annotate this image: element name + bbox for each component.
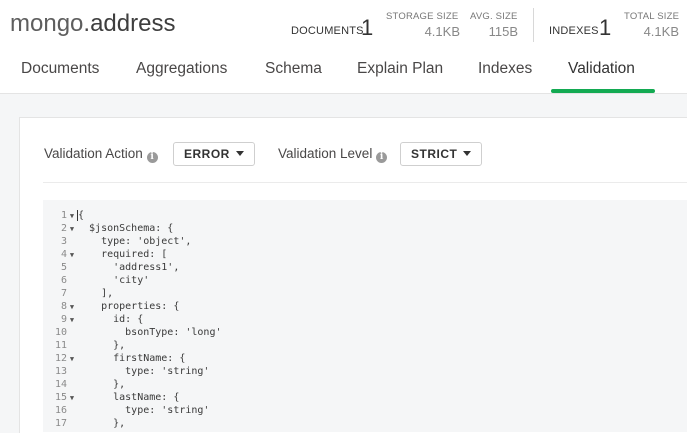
code-text: $jsonSchema: {: [77, 223, 174, 234]
line-number: 13: [54, 366, 67, 377]
code-text: lastName: {: [77, 392, 180, 403]
line-number: 14: [54, 379, 67, 390]
code-line: 9 ▼ id: {: [43, 313, 143, 326]
tab-indexes[interactable]: Indexes: [478, 60, 532, 78]
line-number: 3: [60, 236, 67, 247]
code-text: },: [77, 379, 126, 390]
validation-level-dropdown[interactable]: STRICT: [400, 142, 483, 166]
chevron-down-icon: [235, 151, 244, 156]
storage-size-label: STORAGE SIZE: [386, 11, 459, 22]
code-text: id: {: [77, 314, 144, 325]
line-number: 8: [60, 301, 67, 312]
code-text: properties: {: [77, 301, 180, 312]
namespace-title: mongo.address: [10, 10, 175, 38]
collection-name: address: [90, 10, 176, 37]
line-number: 6: [60, 275, 67, 286]
tab-validation[interactable]: Validation: [568, 60, 635, 78]
validation-action-dropdown[interactable]: ERROR: [173, 142, 255, 166]
code-text: 'city': [77, 275, 150, 286]
validation-action-value: ERROR: [184, 147, 230, 161]
code-text: bsonType: 'long': [77, 327, 222, 338]
code-line: 4 ▼ required: [: [43, 248, 167, 261]
code-line: 10 bsonType: 'long': [43, 326, 222, 339]
code-text: required: [: [77, 249, 168, 260]
line-number: 11: [54, 340, 67, 351]
code-line: 2 ▼ $jsonSchema: {: [43, 222, 173, 235]
chevron-down-icon: [463, 151, 472, 156]
line-number: 1: [60, 210, 67, 221]
code-line: 16 type: 'string': [43, 404, 210, 417]
validation-level-row: Validation Level i: [278, 142, 388, 166]
documents-count: 1: [361, 15, 374, 40]
validation-level-label: Validation Level: [278, 146, 373, 161]
collection-header: mongo.address DOCUMENTS 1 STORAGE SIZE 4…: [0, 0, 687, 94]
line-number: 5: [60, 262, 67, 273]
code-line: 13 type: 'string': [43, 365, 210, 378]
code-line: 11 },: [43, 339, 125, 352]
line-number: 9: [60, 314, 67, 325]
validation-rules-editor[interactable]: 1 ▼{2 ▼ $jsonSchema: {3 type: 'object', 4 ▼ …: [43, 200, 687, 432]
code-text: type: 'string': [77, 366, 210, 377]
validation-action-row: Validation Action i: [44, 142, 158, 166]
avg-size-label: AVG. SIZE: [470, 11, 518, 22]
code-line: 3 type: 'object',: [43, 235, 191, 248]
code-line: 8 ▼ properties: {: [43, 300, 179, 313]
code-text: type: 'string': [77, 405, 210, 416]
info-icon[interactable]: i: [376, 152, 388, 163]
code-line: 15 ▼ lastName: {: [43, 391, 179, 404]
code-text: {: [77, 210, 85, 221]
total-size-value: 4.1KB: [643, 24, 679, 39]
section-divider: [43, 182, 687, 183]
code-text: type: 'object',: [77, 236, 192, 247]
tab-aggregations[interactable]: Aggregations: [136, 60, 227, 78]
line-number: 7: [60, 288, 67, 299]
line-number: 17: [54, 418, 67, 429]
code-text: firstName: {: [77, 353, 186, 364]
line-number: 4: [60, 249, 67, 260]
code-line: 5 'address1',: [43, 261, 179, 274]
info-icon[interactable]: i: [146, 152, 158, 163]
indexes-count: 1: [599, 15, 612, 40]
code-line: 12 ▼ firstName: {: [43, 352, 185, 365]
code-line: 6 'city': [43, 274, 149, 287]
code-line: 7 ],: [43, 287, 113, 300]
line-number: 10: [54, 327, 67, 338]
code-text: },: [77, 340, 126, 351]
code-line: 14 },: [43, 378, 125, 391]
line-number: 15: [54, 392, 67, 403]
tab-schema[interactable]: Schema: [265, 60, 322, 78]
line-number: 2: [60, 223, 67, 234]
tab-explain-plan[interactable]: Explain Plan: [357, 60, 443, 78]
database-name: mongo: [10, 10, 84, 37]
validation-level-value: STRICT: [411, 147, 458, 161]
avg-size-value: 115B: [488, 24, 518, 39]
line-number: 16: [54, 405, 67, 416]
total-size-label: TOTAL SIZE: [624, 11, 680, 22]
line-number: 12: [54, 353, 67, 364]
stats-divider: [533, 8, 534, 42]
active-tab-indicator: [551, 89, 655, 93]
code-text: 'address1',: [77, 262, 180, 273]
code-line: 1 ▼{: [43, 209, 85, 222]
code-text: },: [77, 418, 126, 429]
storage-size-value: 4.1KB: [424, 24, 460, 39]
validation-action-label: Validation Action: [44, 146, 143, 161]
code-text: ],: [77, 288, 114, 299]
tab-documents[interactable]: Documents: [21, 60, 99, 78]
code-line: 17 },: [43, 417, 125, 430]
indexes-label: INDEXES: [549, 25, 599, 37]
documents-label: DOCUMENTS: [291, 25, 364, 37]
